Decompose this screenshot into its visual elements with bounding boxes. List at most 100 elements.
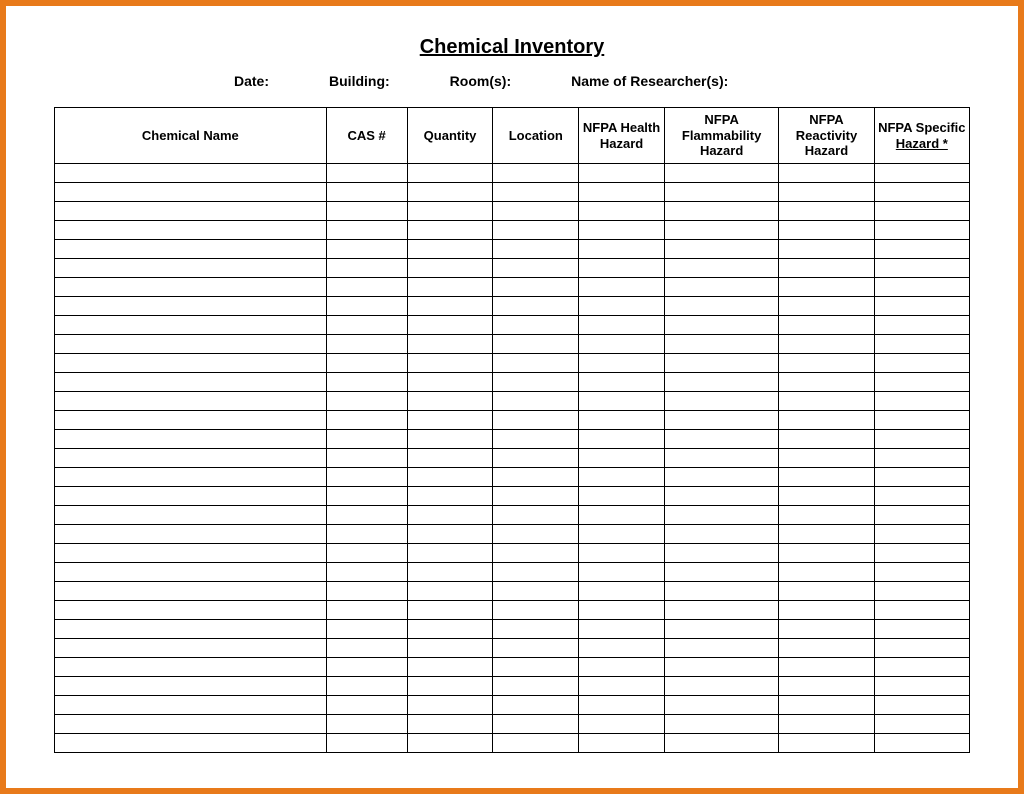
table-cell xyxy=(579,639,665,658)
table-cell xyxy=(493,620,579,639)
table-cell xyxy=(326,620,407,639)
col-cas: CAS # xyxy=(326,108,407,164)
table-cell xyxy=(407,221,493,240)
table-cell xyxy=(55,278,327,297)
table-cell xyxy=(326,221,407,240)
table-cell xyxy=(407,259,493,278)
table-cell xyxy=(55,658,327,677)
table-cell xyxy=(779,658,874,677)
table-row xyxy=(55,316,970,335)
table-cell xyxy=(493,601,579,620)
table-row xyxy=(55,715,970,734)
table-cell xyxy=(579,525,665,544)
table-cell xyxy=(579,563,665,582)
table-cell xyxy=(493,487,579,506)
table-cell xyxy=(407,278,493,297)
table-cell xyxy=(55,354,327,373)
table-cell xyxy=(407,601,493,620)
col-chemical-name: Chemical Name xyxy=(55,108,327,164)
table-cell xyxy=(326,411,407,430)
table-cell xyxy=(55,544,327,563)
table-cell xyxy=(407,164,493,183)
table-cell xyxy=(579,240,665,259)
table-cell xyxy=(493,392,579,411)
table-cell xyxy=(326,582,407,601)
table-cell xyxy=(326,354,407,373)
table-row xyxy=(55,278,970,297)
table-cell xyxy=(874,354,969,373)
table-cell xyxy=(579,430,665,449)
table-cell xyxy=(664,582,778,601)
table-cell xyxy=(664,563,778,582)
table-cell xyxy=(55,373,327,392)
table-cell xyxy=(407,506,493,525)
table-cell xyxy=(493,639,579,658)
table-row xyxy=(55,677,970,696)
table-cell xyxy=(779,278,874,297)
table-cell xyxy=(407,582,493,601)
table-cell xyxy=(779,221,874,240)
table-cell xyxy=(579,677,665,696)
table-cell xyxy=(407,392,493,411)
table-cell xyxy=(493,677,579,696)
date-label: Date: xyxy=(234,73,269,89)
table-cell xyxy=(326,468,407,487)
table-cell xyxy=(664,544,778,563)
table-cell xyxy=(55,468,327,487)
table-cell xyxy=(326,392,407,411)
table-cell xyxy=(407,430,493,449)
table-cell xyxy=(493,525,579,544)
table-cell xyxy=(579,259,665,278)
table-cell xyxy=(579,715,665,734)
table-cell xyxy=(779,297,874,316)
table-cell xyxy=(579,221,665,240)
table-cell xyxy=(874,297,969,316)
table-cell xyxy=(493,506,579,525)
table-cell xyxy=(874,696,969,715)
table-row xyxy=(55,164,970,183)
table-cell xyxy=(326,715,407,734)
table-cell xyxy=(579,620,665,639)
table-cell xyxy=(779,525,874,544)
table-cell xyxy=(664,373,778,392)
table-cell xyxy=(407,449,493,468)
table-cell xyxy=(874,658,969,677)
document-frame: Chemical Inventory Date: Building: Room(… xyxy=(0,0,1024,794)
table-cell xyxy=(493,582,579,601)
table-row xyxy=(55,392,970,411)
table-cell xyxy=(874,544,969,563)
table-cell xyxy=(407,373,493,392)
table-cell xyxy=(55,506,327,525)
table-cell xyxy=(779,411,874,430)
table-cell xyxy=(407,544,493,563)
table-row xyxy=(55,734,970,753)
table-cell xyxy=(579,373,665,392)
table-cell xyxy=(326,449,407,468)
table-cell xyxy=(493,202,579,221)
table-row xyxy=(55,506,970,525)
table-cell xyxy=(55,430,327,449)
table-cell xyxy=(493,468,579,487)
table-row xyxy=(55,221,970,240)
table-cell xyxy=(779,240,874,259)
table-cell xyxy=(664,430,778,449)
table-cell xyxy=(493,715,579,734)
table-cell xyxy=(664,183,778,202)
table-cell xyxy=(55,221,327,240)
table-cell xyxy=(874,373,969,392)
table-row xyxy=(55,183,970,202)
table-cell xyxy=(326,430,407,449)
table-cell xyxy=(407,202,493,221)
table-cell xyxy=(664,734,778,753)
table-cell xyxy=(874,715,969,734)
table-cell xyxy=(779,582,874,601)
table-cell xyxy=(55,297,327,316)
table-cell xyxy=(326,563,407,582)
table-cell xyxy=(874,525,969,544)
table-cell xyxy=(874,259,969,278)
table-cell xyxy=(664,620,778,639)
table-cell xyxy=(55,696,327,715)
table-cell xyxy=(326,373,407,392)
building-label: Building: xyxy=(329,73,390,89)
table-cell xyxy=(779,202,874,221)
